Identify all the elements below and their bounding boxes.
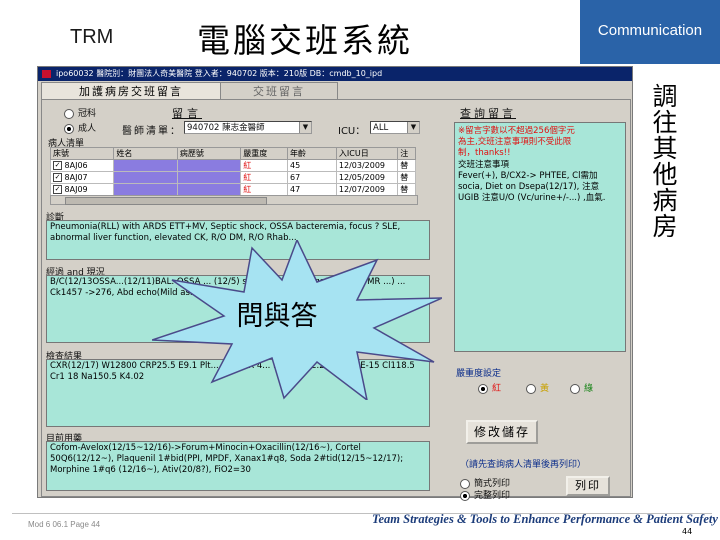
severity-setting-label: 嚴重度設定 <box>456 369 502 379</box>
severity-yellow-label: 黃 <box>540 384 550 394</box>
chart-no-cell <box>176 183 242 196</box>
checkbox[interactable]: ✓ <box>53 161 62 170</box>
radio-cardiology-label: 冠科 <box>78 109 97 119</box>
table-row[interactable]: ✓ 8AJ06 紅 45 12/03/2009 替 <box>49 159 416 172</box>
name-cell <box>113 159 178 172</box>
col-icu-date: 入ICU日 <box>335 147 399 160</box>
col-name: 姓名 <box>113 147 178 160</box>
chart-no-cell <box>176 171 242 184</box>
chart-no-cell <box>176 159 242 172</box>
col-note: 注 <box>397 147 416 160</box>
communication-banner: Communication <box>580 0 720 64</box>
note-cell: 替 <box>397 183 416 196</box>
print-full-radio[interactable]: 完整列印 <box>460 488 510 501</box>
col-bed: 床號 <box>49 147 115 160</box>
query-message-header: 查詢留言 <box>460 107 516 120</box>
patient-table-header: 床號 姓名 病歷號 嚴重度 年齡 入ICU日 注 <box>49 147 416 160</box>
save-button[interactable]: 修改儲存 <box>466 420 538 444</box>
bed-cell: ✓ 8AJ09 <box>49 183 115 196</box>
icu-select[interactable]: ALL ▼ <box>370 121 420 134</box>
footer-module-label: Mod 6 06.1 Page 44 <box>28 520 101 529</box>
bed-value: 8AJ06 <box>64 161 88 170</box>
icu-date-cell: 12/05/2009 <box>335 171 399 184</box>
radio-selected-icon <box>478 383 488 394</box>
col-severity: 嚴重度 <box>240 147 289 160</box>
page-number: 44 <box>682 527 693 536</box>
severity-red-label: 紅 <box>492 384 502 394</box>
icu-select-value: ALL <box>373 123 389 133</box>
notice-text[interactable]: Fever(+), B/CX2-> PHTEE, Cl需加 socia, Die… <box>458 171 622 204</box>
radio-icon <box>570 383 580 394</box>
radio-icon <box>64 108 74 119</box>
age-cell: 67 <box>287 171 337 184</box>
doctor-select-value: 940702 陳志金醫師 <box>187 123 265 133</box>
radio-selected-icon <box>64 123 74 134</box>
note-cell: 替 <box>397 159 416 172</box>
print-full-label: 完整列印 <box>474 491 511 501</box>
checkbox[interactable]: ✓ <box>53 185 62 194</box>
icu-date-cell: 12/07/2009 <box>335 183 399 196</box>
bed-value: 8AJ07 <box>64 173 88 182</box>
chevron-down-icon[interactable]: ▼ <box>299 122 311 133</box>
radio-cardiology[interactable]: 冠科 <box>64 106 96 119</box>
severity-cell: 紅 <box>240 171 289 184</box>
severity-cell: 紅 <box>240 183 289 196</box>
tab-icu-handoff-messages[interactable]: 加護病房交班留言 <box>41 82 221 100</box>
bed-cell: ✓ 8AJ07 <box>49 171 115 184</box>
name-cell <box>113 183 178 196</box>
scrollbar-thumb[interactable] <box>65 197 267 205</box>
app-icon <box>42 70 51 78</box>
severity-green-radio[interactable]: 綠 <box>570 381 593 394</box>
tab-handoff-messages[interactable]: 交班留言 <box>220 82 338 100</box>
notice-panel: ※留言字數以不超過256個字元 為主,交班注意事項則不受此限 制，thanks!… <box>454 122 626 352</box>
table-horizontal-scrollbar[interactable] <box>50 195 418 205</box>
age-cell: 47 <box>287 183 337 196</box>
col-chart-no: 病歷號 <box>176 147 242 160</box>
table-row[interactable]: ✓ 8AJ09 紅 47 12/07/2009 替 <box>49 183 416 196</box>
window-titlebar: ipo60032 醫院別：財團法人奇美醫院 登入者：940702 版本：210版… <box>38 67 632 81</box>
char-limit-warning: ※留言字數以不超過256個字元 為主,交班注意事項則不受此限 制，thanks!… <box>458 126 575 158</box>
print-button[interactable]: 列印 <box>566 476 610 496</box>
window-title: ipo60032 醫院別：財團法人奇美醫院 登入者：940702 版本：210版… <box>56 69 383 78</box>
patient-table: 床號 姓名 病歷號 嚴重度 年齡 入ICU日 注 ✓ 8AJ06 紅 45 12… <box>49 147 416 196</box>
age-cell: 45 <box>287 159 337 172</box>
trm-label: TRM <box>70 26 114 48</box>
doctor-select[interactable]: 940702 陳志金醫師 ▼ <box>184 121 312 134</box>
bed-value: 8AJ09 <box>64 185 88 194</box>
radio-icon <box>460 478 470 489</box>
footer-tagline: Team Strategies & Tools to Enhance Perfo… <box>372 512 718 526</box>
name-cell <box>113 171 178 184</box>
severity-cell: 紅 <box>240 159 289 172</box>
checkbox[interactable]: ✓ <box>53 173 62 182</box>
table-row[interactable]: ✓ 8AJ07 紅 67 12/05/2009 替 <box>49 171 416 184</box>
radio-adult[interactable]: 成人 <box>64 121 96 134</box>
col-age: 年齡 <box>287 147 337 160</box>
vertical-note: 調往其他病房 <box>652 82 678 241</box>
severity-green-label: 綠 <box>584 384 594 394</box>
communication-label: Communication <box>597 22 703 39</box>
radio-selected-icon <box>460 490 470 501</box>
severity-yellow-radio[interactable]: 黃 <box>526 381 549 394</box>
icu-label: ICU： <box>338 126 366 137</box>
q-and-a-text: 問與答 <box>236 301 318 332</box>
note-cell: 替 <box>397 171 416 184</box>
radio-adult-label: 成人 <box>78 124 97 134</box>
notice-label: 交班注意事項 <box>458 160 510 170</box>
icu-date-cell: 12/03/2009 <box>335 159 399 172</box>
print-hint: （請先查詢病人清單後再列印） <box>460 460 587 470</box>
severity-red-radio[interactable]: 紅 <box>478 381 501 394</box>
chevron-down-icon[interactable]: ▼ <box>407 122 419 133</box>
radio-icon <box>526 383 536 394</box>
bed-cell: ✓ 8AJ06 <box>49 159 115 172</box>
leave-message-header: 留言 <box>172 107 202 120</box>
meds-textarea[interactable]: Cofom-Avelox(12/15~12/16)->Forum+Minocin… <box>46 441 430 491</box>
slide-title: 電腦交班系統 <box>197 21 413 60</box>
doctor-list-label: 醫師清單： <box>122 126 182 137</box>
